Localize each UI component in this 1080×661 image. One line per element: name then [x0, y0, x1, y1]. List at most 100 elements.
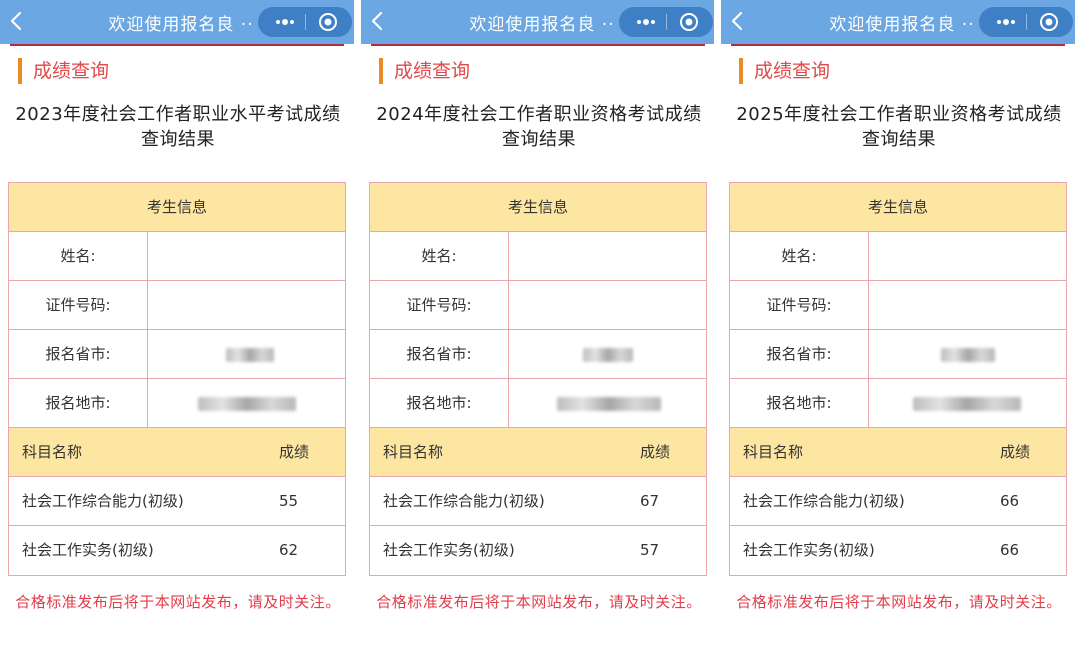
panel-gap [354, 0, 361, 661]
redacted-value [583, 348, 633, 362]
subject-name: 社会工作实务(初级) [22, 541, 154, 559]
subject-row: 社会工作实务(初级) 62 [9, 526, 345, 575]
field-label: 证件号码: [370, 281, 509, 329]
field-value [509, 281, 706, 329]
close-target-icon[interactable] [1039, 12, 1059, 32]
header-divider [731, 44, 1065, 46]
subject-row: 社会工作综合能力(初级) 66 [730, 477, 1066, 526]
header-divider [371, 44, 705, 46]
field-value [869, 330, 1066, 378]
subject-score: 55 [279, 492, 299, 510]
field-label: 姓名: [370, 232, 509, 280]
field-label: 报名省市: [370, 330, 509, 378]
section-accent-bar [379, 58, 383, 84]
screen-panel-2: 欢迎使用报名良 ·· 成绩查询 2024年度社会工作者职业资格考试成绩查询结果考生信… [361, 0, 715, 661]
result-table: 考生信息姓名: 证件号码: 报名省市: 报名地市: 科目名称 成绩社会工作综合能力(初级)… [369, 182, 707, 576]
mini-program-capsule [979, 7, 1073, 37]
more-dots-icon[interactable] [627, 7, 665, 37]
subject-row: 社会工作综合能力(初级) 67 [370, 477, 706, 526]
capsule-divider [305, 14, 306, 30]
chevron-left-icon[interactable] [6, 9, 28, 33]
mini-program-capsule [258, 7, 352, 37]
redacted-value [913, 397, 1021, 411]
field-value [869, 281, 1066, 329]
subject-name: 社会工作实务(初级) [743, 541, 875, 559]
redacted-value [941, 348, 995, 362]
capsule-divider [1026, 14, 1027, 30]
chevron-left-icon[interactable] [727, 9, 749, 33]
more-dots-icon[interactable] [987, 7, 1025, 37]
field-label: 报名省市: [730, 330, 869, 378]
subject-row: 社会工作实务(初级) 57 [370, 526, 706, 575]
section-title: 成绩查询 [394, 60, 471, 82]
redacted-value [557, 397, 661, 411]
field-value [148, 281, 345, 329]
subject-name: 社会工作实务(初级) [383, 541, 515, 559]
section-title: 成绩查询 [754, 60, 831, 82]
info-row: 证件号码: [730, 281, 1066, 330]
field-value [509, 232, 706, 280]
info-header-row: 考生信息 [730, 183, 1066, 232]
section-title: 成绩查询 [33, 60, 110, 82]
redacted-value [226, 348, 274, 362]
info-header: 考生信息 [867, 198, 928, 216]
info-row: 报名省市: [370, 330, 706, 379]
info-row: 报名省市: [9, 330, 345, 379]
nav-bar: 欢迎使用报名良 ·· [361, 0, 715, 44]
subject-score: 66 [1000, 492, 1020, 510]
result-headline: 2024年度社会工作者职业资格考试成绩查询结果 [376, 104, 702, 150]
mini-program-capsule [619, 7, 713, 37]
field-label: 证件号码: [9, 281, 148, 329]
result-table: 考生信息 姓名: 证件号码: 报名省市: 报名地市: 科目名称 成绩 社会工作综合能力(初级)… [729, 182, 1067, 576]
capsule-divider [666, 14, 667, 30]
field-label: 报名省市: [9, 330, 148, 378]
screen-panel-3: 欢迎使用报名良 ·· 成绩查询 2025年度社会工作者职业资格考试成绩查询结果考生信… [721, 0, 1075, 661]
info-row: 报名地市: [370, 379, 706, 428]
field-value [509, 330, 706, 378]
field-label: 报名地市: [9, 379, 148, 427]
field-value [148, 379, 345, 427]
info-header-row: 考生信息 [370, 183, 706, 232]
result-headline: 2025年度社会工作者职业资格考试成绩查询结果 [736, 104, 1062, 150]
redacted-value [198, 397, 296, 411]
info-header: 考生信息 [507, 198, 568, 216]
info-row: 姓名: [730, 232, 1066, 281]
screen-panel-1: 欢迎使用报名良 ·· 成绩查询 2023年度社会工作者职业水平考试成绩查询结果 考生信… [0, 0, 354, 661]
subject-score: 66 [1000, 541, 1020, 559]
close-target-icon[interactable] [318, 12, 338, 32]
section-accent-bar [18, 58, 22, 84]
subjects-header-row: 科目名称 成绩 [730, 428, 1066, 477]
info-header: 考生信息 [146, 198, 207, 216]
info-header-row: 考生信息 [9, 183, 345, 232]
more-dots-icon[interactable] [266, 7, 304, 37]
subject-score: 67 [640, 492, 660, 510]
info-row: 姓名: [370, 232, 706, 281]
result-headline: 2023年度社会工作者职业水平考试成绩查询结果 [15, 104, 341, 150]
header-divider [10, 44, 344, 46]
subject-row: 社会工作综合能力(初级) 55 [9, 477, 345, 526]
score-header: 成绩 [640, 443, 671, 461]
result-table: 考生信息 姓名: 证件号码: 报名省市: 报名地市: 科目名称 成绩 社会工作综合能力(初级)… [8, 182, 346, 576]
panel-gap [714, 0, 721, 661]
field-label: 证件号码: [730, 281, 869, 329]
subject-score: 57 [640, 541, 660, 559]
section-accent-bar [739, 58, 743, 84]
field-value [869, 379, 1066, 427]
subject-name: 社会工作综合能力(初级) [383, 492, 545, 510]
field-value [869, 232, 1066, 280]
notice-text: 合格标准发布后将于本网站发布，请及时关注。 [15, 593, 341, 611]
field-label: 姓名: [730, 232, 869, 280]
info-row: 报名省市: [730, 330, 1066, 379]
score-header: 成绩 [1000, 443, 1031, 461]
chevron-left-icon[interactable] [367, 9, 389, 33]
info-row: 证件号码: [370, 281, 706, 330]
nav-bar: 欢迎使用报名良 ·· [721, 0, 1075, 44]
info-row: 报名地市: [730, 379, 1066, 428]
subject-name: 社会工作综合能力(初级) [743, 492, 905, 510]
score-header: 成绩 [279, 443, 310, 461]
field-value [148, 330, 345, 378]
field-label: 报名地市: [730, 379, 869, 427]
info-row: 报名地市: [9, 379, 345, 428]
subject-name-header: 科目名称 [383, 443, 444, 461]
close-target-icon[interactable] [679, 12, 699, 32]
